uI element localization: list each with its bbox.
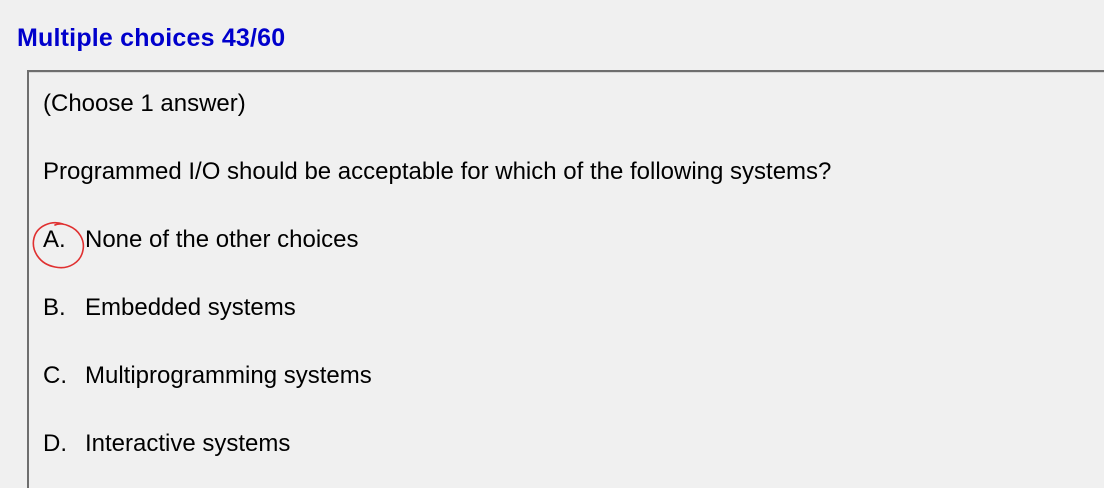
option-letter: C.	[43, 362, 67, 389]
option-c[interactable]: C. Multiprogramming systems	[43, 362, 372, 390]
panel-inner-border	[29, 72, 1104, 73]
option-b[interactable]: B. Embedded systems	[43, 294, 296, 322]
option-text: None of the other choices	[85, 226, 359, 253]
instruction-text: (Choose 1 answer)	[43, 90, 246, 117]
question-panel: (Choose 1 answer) Programmed I/O should …	[27, 70, 1104, 488]
option-letter: B.	[43, 294, 66, 321]
option-a[interactable]: A. None of the other choices	[32, 222, 359, 269]
question-text: Programmed I/O should be acceptable for …	[43, 158, 832, 185]
option-text: Embedded systems	[85, 294, 296, 321]
option-letter: D.	[43, 430, 67, 457]
page-title: Multiple choices 43/60	[17, 24, 286, 52]
option-text: Interactive systems	[85, 430, 291, 457]
option-d[interactable]: D. Interactive systems	[43, 430, 290, 458]
option-text: Multiprogramming systems	[85, 362, 372, 389]
option-letter: A.	[43, 226, 66, 253]
